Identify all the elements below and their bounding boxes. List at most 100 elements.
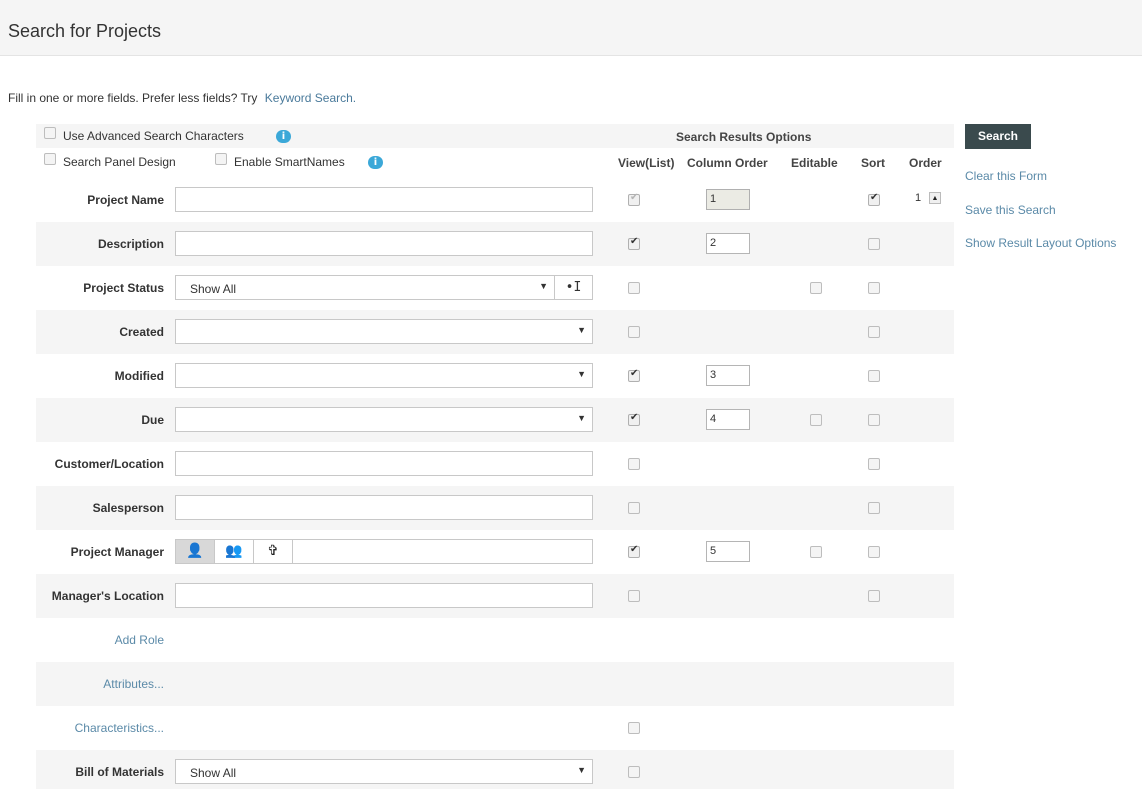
project-status-value: Show All <box>190 282 237 296</box>
row-bill-of-materials: Bill of Materials Show All ▼ <box>36 750 954 789</box>
view-checkbox[interactable] <box>628 458 640 470</box>
col-sort: Sort <box>861 156 885 170</box>
search-button[interactable]: Search <box>965 124 1031 149</box>
column-order-field[interactable]: 2 <box>706 233 750 254</box>
modified-select[interactable]: ▼ <box>175 363 593 388</box>
save-search-link[interactable]: Save this Search <box>965 203 1056 217</box>
smartnames-checkbox[interactable] <box>215 153 227 165</box>
due-select[interactable]: ▼ <box>175 407 593 432</box>
chevron-down-icon: ▼ <box>577 765 586 775</box>
row-project-status: Project Status Show All ▼ •I <box>36 266 954 310</box>
view-checkbox[interactable] <box>628 282 640 294</box>
text-cursor-icon[interactable]: •I <box>554 275 593 300</box>
view-checkbox[interactable] <box>628 412 640 426</box>
page-title: Search for Projects <box>8 21 162 41</box>
intro-text: Fill in one or more fields. Prefer less … <box>8 91 356 105</box>
salesperson-input[interactable] <box>175 495 593 520</box>
editable-checkbox[interactable] <box>810 282 822 294</box>
panel-design-label: Search Panel Design <box>63 155 176 169</box>
project-status-select[interactable]: Show All ▼ <box>175 275 555 300</box>
view-checkbox[interactable] <box>628 502 640 514</box>
managers-location-label: Manager's Location <box>51 589 164 603</box>
sort-checkbox[interactable] <box>868 546 880 558</box>
column-order-field: 1 <box>706 189 750 210</box>
salesperson-label: Salesperson <box>92 501 164 515</box>
column-order-field[interactable]: 3 <box>706 365 750 386</box>
intro-message: Fill in one or more fields. Prefer less … <box>8 91 258 105</box>
project-name-input[interactable] <box>175 187 593 212</box>
col-editable: Editable <box>791 156 838 170</box>
sort-checkbox[interactable] <box>868 326 880 338</box>
col-column-order: Column Order <box>687 156 768 170</box>
results-options-title: Search Results Options <box>676 130 812 144</box>
row-customer-location: Customer/Location <box>36 442 954 486</box>
sort-checkbox[interactable] <box>868 192 880 206</box>
chevron-down-icon: ▼ <box>539 281 548 291</box>
row-managers-location: Manager's Location <box>36 574 954 618</box>
customer-location-input[interactable] <box>175 451 593 476</box>
bill-of-materials-value: Show All <box>190 766 237 780</box>
modified-label: Modified <box>114 369 164 383</box>
chevron-down-icon: ▼ <box>577 413 586 423</box>
view-checkbox[interactable] <box>628 590 640 602</box>
row-project-name: Project Name 1 1 ▲ <box>36 178 954 222</box>
bill-of-materials-label: Bill of Materials <box>75 765 164 779</box>
editable-checkbox[interactable] <box>810 414 822 426</box>
sort-checkbox[interactable] <box>868 238 880 250</box>
view-checkbox[interactable] <box>628 766 640 778</box>
project-name-label: Project Name <box>87 193 164 207</box>
row-attributes: Attributes... <box>36 662 954 706</box>
view-checkbox[interactable] <box>628 722 640 734</box>
group-icon[interactable]: 👥 <box>215 540 254 563</box>
sort-checkbox[interactable] <box>868 282 880 294</box>
characteristics-link[interactable]: Characteristics... <box>75 721 164 735</box>
info-icon[interactable]: i <box>368 156 383 169</box>
sort-order-number: 1 <box>915 192 922 204</box>
advanced-chars-checkbox[interactable] <box>44 127 56 139</box>
col-order: Order <box>909 156 942 170</box>
sort-ascending-icon[interactable]: ▲ <box>929 192 941 204</box>
smartnames-label: Enable SmartNames <box>234 155 345 169</box>
attributes-link[interactable]: Attributes... <box>103 677 164 691</box>
result-layout-options-link[interactable]: Show Result Layout Options <box>965 236 1116 250</box>
created-select[interactable]: ▼ <box>175 319 593 344</box>
info-icon[interactable]: i <box>276 130 291 143</box>
keyword-search-link[interactable]: Keyword Search. <box>265 91 356 105</box>
row-project-manager: Project Manager 👤 👥 ✞ 5 <box>36 530 954 574</box>
user-icon[interactable]: 👤 <box>176 540 215 563</box>
row-created: Created ▼ <box>36 310 954 354</box>
clear-form-link[interactable]: Clear this Form <box>965 169 1047 183</box>
advanced-chars-label: Use Advanced Search Characters <box>63 129 244 143</box>
customer-location-label: Customer/Location <box>54 457 164 471</box>
view-checkbox[interactable] <box>628 544 640 558</box>
sort-checkbox[interactable] <box>868 590 880 602</box>
row-description: Description 2 <box>36 222 954 266</box>
view-checkbox[interactable] <box>628 368 640 382</box>
add-role-link[interactable]: Add Role <box>115 633 164 647</box>
row-modified: Modified ▼ 3 <box>36 354 954 398</box>
role-icon[interactable]: ✞ <box>254 540 293 563</box>
description-input[interactable] <box>175 231 593 256</box>
bill-of-materials-select[interactable]: Show All ▼ <box>175 759 593 784</box>
due-label: Due <box>141 413 164 427</box>
panel-design-checkbox[interactable] <box>44 153 56 165</box>
sort-checkbox[interactable] <box>868 370 880 382</box>
sort-checkbox[interactable] <box>868 502 880 514</box>
column-order-field[interactable]: 5 <box>706 541 750 562</box>
col-view-list: View(List) <box>618 156 675 170</box>
sort-checkbox[interactable] <box>868 414 880 426</box>
project-manager-input[interactable]: 👤 👥 ✞ <box>175 539 593 564</box>
managers-location-input[interactable] <box>175 583 593 608</box>
view-checkbox[interactable] <box>628 236 640 250</box>
row-characteristics: Characteristics... <box>36 706 954 750</box>
project-status-label: Project Status <box>83 281 164 295</box>
view-checkbox[interactable] <box>628 326 640 338</box>
project-manager-label: Project Manager <box>70 545 164 559</box>
column-header: Search Panel Design Enable SmartNames i … <box>36 148 954 170</box>
sort-checkbox[interactable] <box>868 458 880 470</box>
title-bar: Search for Projects <box>0 0 1142 56</box>
chevron-down-icon: ▼ <box>577 369 586 379</box>
row-salesperson: Salesperson <box>36 486 954 530</box>
editable-checkbox[interactable] <box>810 546 822 558</box>
column-order-field[interactable]: 4 <box>706 409 750 430</box>
